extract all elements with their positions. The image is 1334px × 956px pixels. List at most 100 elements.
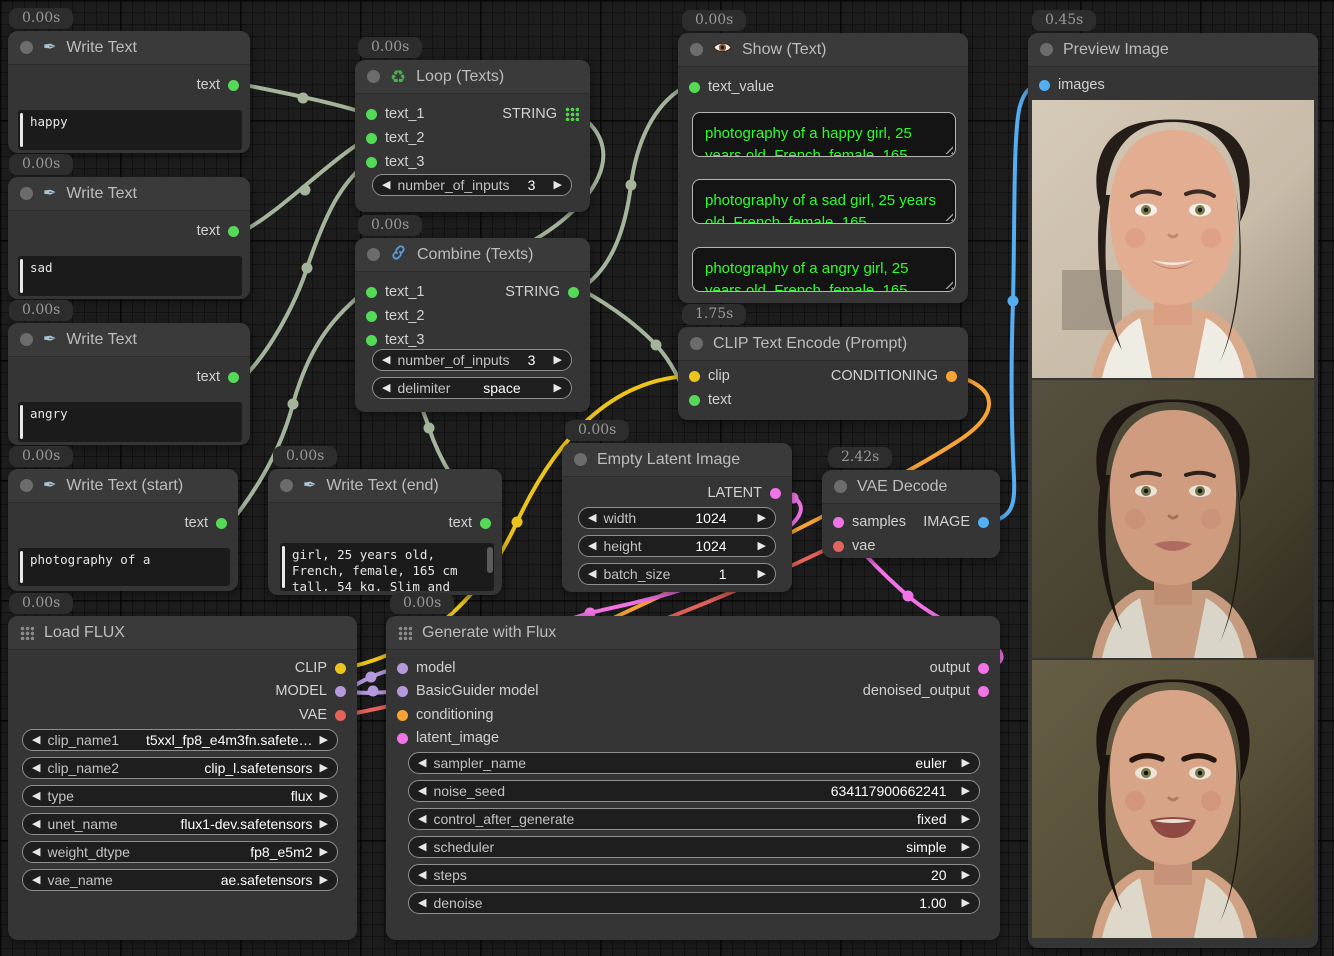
collapse-dot[interactable] bbox=[690, 43, 703, 56]
next-arrow-icon[interactable]: ▶ bbox=[962, 786, 970, 797]
shown-text-3[interactable]: photography of a angry girl, 25 years ol… bbox=[692, 247, 956, 292]
output-slot-denoised-output[interactable] bbox=[978, 686, 989, 697]
input-slot-text-value[interactable] bbox=[689, 82, 700, 93]
node-titlebar[interactable]: Empty Latent Image bbox=[562, 443, 792, 477]
next-arrow-icon[interactable]: ▶ bbox=[320, 819, 328, 830]
increment-arrow-icon[interactable]: ▶ bbox=[554, 180, 562, 191]
widget-steps[interactable]: ◀ steps 20 ▶ bbox=[408, 864, 980, 886]
input-slot-basicguider-model[interactable] bbox=[397, 686, 408, 697]
text-widget[interactable]: angry bbox=[18, 402, 242, 442]
output-slot-text[interactable] bbox=[228, 372, 239, 383]
prev-arrow-icon[interactable]: ◀ bbox=[32, 735, 40, 746]
widget-vae-name[interactable]: ◀ vae_name ae.safetensors ▶ bbox=[22, 869, 338, 891]
prev-arrow-icon[interactable]: ◀ bbox=[32, 875, 40, 886]
prev-arrow-icon[interactable]: ◀ bbox=[32, 791, 40, 802]
text-widget[interactable]: girl, 25 years old, French, female, 165 … bbox=[280, 543, 494, 591]
node-clip-text-encode[interactable]: 1.75s CLIP Text Encode (Prompt) clip CON… bbox=[678, 327, 968, 420]
node-combine-texts[interactable]: 0.00s Combine (Texts) text_1 STRING text… bbox=[355, 238, 590, 412]
input-slot-text-1[interactable] bbox=[366, 287, 377, 298]
input-slot-text-3[interactable] bbox=[366, 157, 377, 168]
decrement-arrow-icon[interactable]: ◀ bbox=[588, 569, 596, 580]
widget-height[interactable]: ◀ height 1024 ▶ bbox=[578, 535, 776, 557]
widget-number-of-inputs[interactable]: ◀ number_of_inputs 3 ▶ bbox=[372, 174, 572, 196]
node-titlebar[interactable]: Generate with Flux bbox=[386, 616, 1000, 650]
decrement-arrow-icon[interactable]: ◀ bbox=[382, 383, 390, 394]
output-slot-output[interactable] bbox=[978, 663, 989, 674]
collapse-dot[interactable] bbox=[20, 41, 33, 54]
node-titlebar[interactable]: Combine (Texts) bbox=[355, 238, 590, 272]
input-slot-images[interactable] bbox=[1039, 80, 1050, 91]
node-titlebar[interactable]: ✒ Write Text (start) bbox=[8, 469, 238, 503]
widget-sampler-name[interactable]: ◀ sampler_name euler ▶ bbox=[408, 752, 980, 774]
prev-arrow-icon[interactable]: ◀ bbox=[32, 847, 40, 858]
text-widget[interactable]: sad bbox=[18, 256, 242, 296]
next-arrow-icon[interactable]: ▶ bbox=[962, 814, 970, 825]
output-slot-text[interactable] bbox=[228, 226, 239, 237]
widget-weight-dtype[interactable]: ◀ weight_dtype fp8_e5m2 ▶ bbox=[22, 841, 338, 863]
next-arrow-icon[interactable]: ▶ bbox=[962, 842, 970, 853]
increment-arrow-icon[interactable]: ▶ bbox=[758, 541, 766, 552]
output-slot-string[interactable] bbox=[568, 287, 579, 298]
prev-arrow-icon[interactable]: ◀ bbox=[418, 786, 426, 797]
shown-text-1[interactable]: photography of a happy girl, 25 years ol… bbox=[692, 112, 956, 157]
widget-scheduler[interactable]: ◀ scheduler simple ▶ bbox=[408, 836, 980, 858]
shown-text-2[interactable]: photography of a sad girl, 25 years old,… bbox=[692, 179, 956, 224]
node-titlebar[interactable]: CLIP Text Encode (Prompt) bbox=[678, 327, 968, 361]
input-slot-latent-image[interactable] bbox=[397, 733, 408, 744]
decrement-arrow-icon[interactable]: ◀ bbox=[588, 513, 596, 524]
next-arrow-icon[interactable]: ▶ bbox=[320, 847, 328, 858]
decrement-arrow-icon[interactable]: ◀ bbox=[588, 541, 596, 552]
input-slot-conditioning[interactable] bbox=[397, 710, 408, 721]
output-slot-vae[interactable] bbox=[335, 710, 346, 721]
node-titlebar[interactable]: Load FLUX bbox=[8, 616, 357, 650]
next-arrow-icon[interactable]: ▶ bbox=[320, 875, 328, 886]
node-graph-canvas[interactable]: 0.00s ✒ Write Text text happy 0.00s ✒ Wr… bbox=[0, 0, 1334, 956]
node-write-text-end[interactable]: 0.00s ✒ Write Text (end) text girl, 25 y… bbox=[268, 469, 502, 595]
output-slot-model[interactable] bbox=[335, 686, 346, 697]
node-titlebar[interactable]: ✒ Write Text (end) bbox=[268, 469, 502, 503]
input-slot-text-2[interactable] bbox=[366, 311, 377, 322]
prev-arrow-icon[interactable]: ◀ bbox=[418, 898, 426, 909]
widget-denoise[interactable]: ◀ denoise 1.00 ▶ bbox=[408, 892, 980, 914]
collapse-dot[interactable] bbox=[1040, 43, 1053, 56]
collapse-dot[interactable] bbox=[367, 70, 380, 83]
prev-arrow-icon[interactable]: ◀ bbox=[418, 842, 426, 853]
input-slot-text-1[interactable] bbox=[366, 109, 377, 120]
widget-batch-size[interactable]: ◀ batch_size 1 ▶ bbox=[578, 563, 776, 585]
output-slot-latent[interactable] bbox=[770, 488, 781, 499]
node-write-text-start[interactable]: 0.00s ✒ Write Text (start) text photogra… bbox=[8, 469, 238, 591]
decrement-arrow-icon[interactable]: ◀ bbox=[382, 355, 390, 366]
input-slot-text-3[interactable] bbox=[366, 335, 377, 346]
node-load-flux[interactable]: 0.00s Load FLUX CLIP MODEL VAE ◀ clip_na… bbox=[8, 616, 357, 940]
text-widget[interactable]: photography of a bbox=[18, 548, 230, 586]
collapse-dot[interactable] bbox=[834, 480, 847, 493]
input-slot-text-2[interactable] bbox=[366, 133, 377, 144]
input-slot-clip[interactable] bbox=[689, 371, 700, 382]
increment-arrow-icon[interactable]: ▶ bbox=[758, 513, 766, 524]
next-arrow-icon[interactable]: ▶ bbox=[320, 763, 328, 774]
prev-arrow-icon[interactable]: ◀ bbox=[32, 819, 40, 830]
widget-unet-name[interactable]: ◀ unet_name flux1-dev.safetensors ▶ bbox=[22, 813, 338, 835]
preview-portrait-happy[interactable] bbox=[1032, 100, 1314, 378]
widget-number-of-inputs[interactable]: ◀ number_of_inputs 3 ▶ bbox=[372, 349, 572, 371]
node-titlebar[interactable]: VAE Decode bbox=[822, 470, 1000, 504]
output-slot-clip[interactable] bbox=[335, 663, 346, 674]
input-slot-samples[interactable] bbox=[833, 517, 844, 528]
input-slot-model[interactable] bbox=[397, 663, 408, 674]
node-titlebar[interactable]: Preview Image bbox=[1028, 33, 1318, 67]
output-slot-text[interactable] bbox=[228, 80, 239, 91]
next-arrow-icon[interactable]: ▶ bbox=[320, 791, 328, 802]
node-titlebar[interactable]: ✒ Write Text bbox=[8, 31, 250, 65]
node-generate-with-flux[interactable]: 0.00s Generate with Flux model output Ba… bbox=[386, 616, 1000, 940]
next-arrow-icon[interactable]: ▶ bbox=[962, 870, 970, 881]
node-write-text-2[interactable]: 0.00s ✒ Write Text text sad bbox=[8, 177, 250, 299]
input-slot-vae[interactable] bbox=[833, 541, 844, 552]
increment-arrow-icon[interactable]: ▶ bbox=[554, 355, 562, 366]
widget-delimiter[interactable]: ◀ delimiter space ▶ bbox=[372, 377, 572, 399]
node-write-text-1[interactable]: 0.00s ✒ Write Text text happy bbox=[8, 31, 250, 153]
string-list-output-icon[interactable] bbox=[565, 107, 579, 121]
output-slot-text[interactable] bbox=[216, 518, 227, 529]
text-widget[interactable]: happy bbox=[18, 110, 242, 150]
widget-clip-name2[interactable]: ◀ clip_name2 clip_l.safetensors ▶ bbox=[22, 757, 338, 779]
widget-noise-seed[interactable]: ◀ noise_seed 634117900662241 ▶ bbox=[408, 780, 980, 802]
